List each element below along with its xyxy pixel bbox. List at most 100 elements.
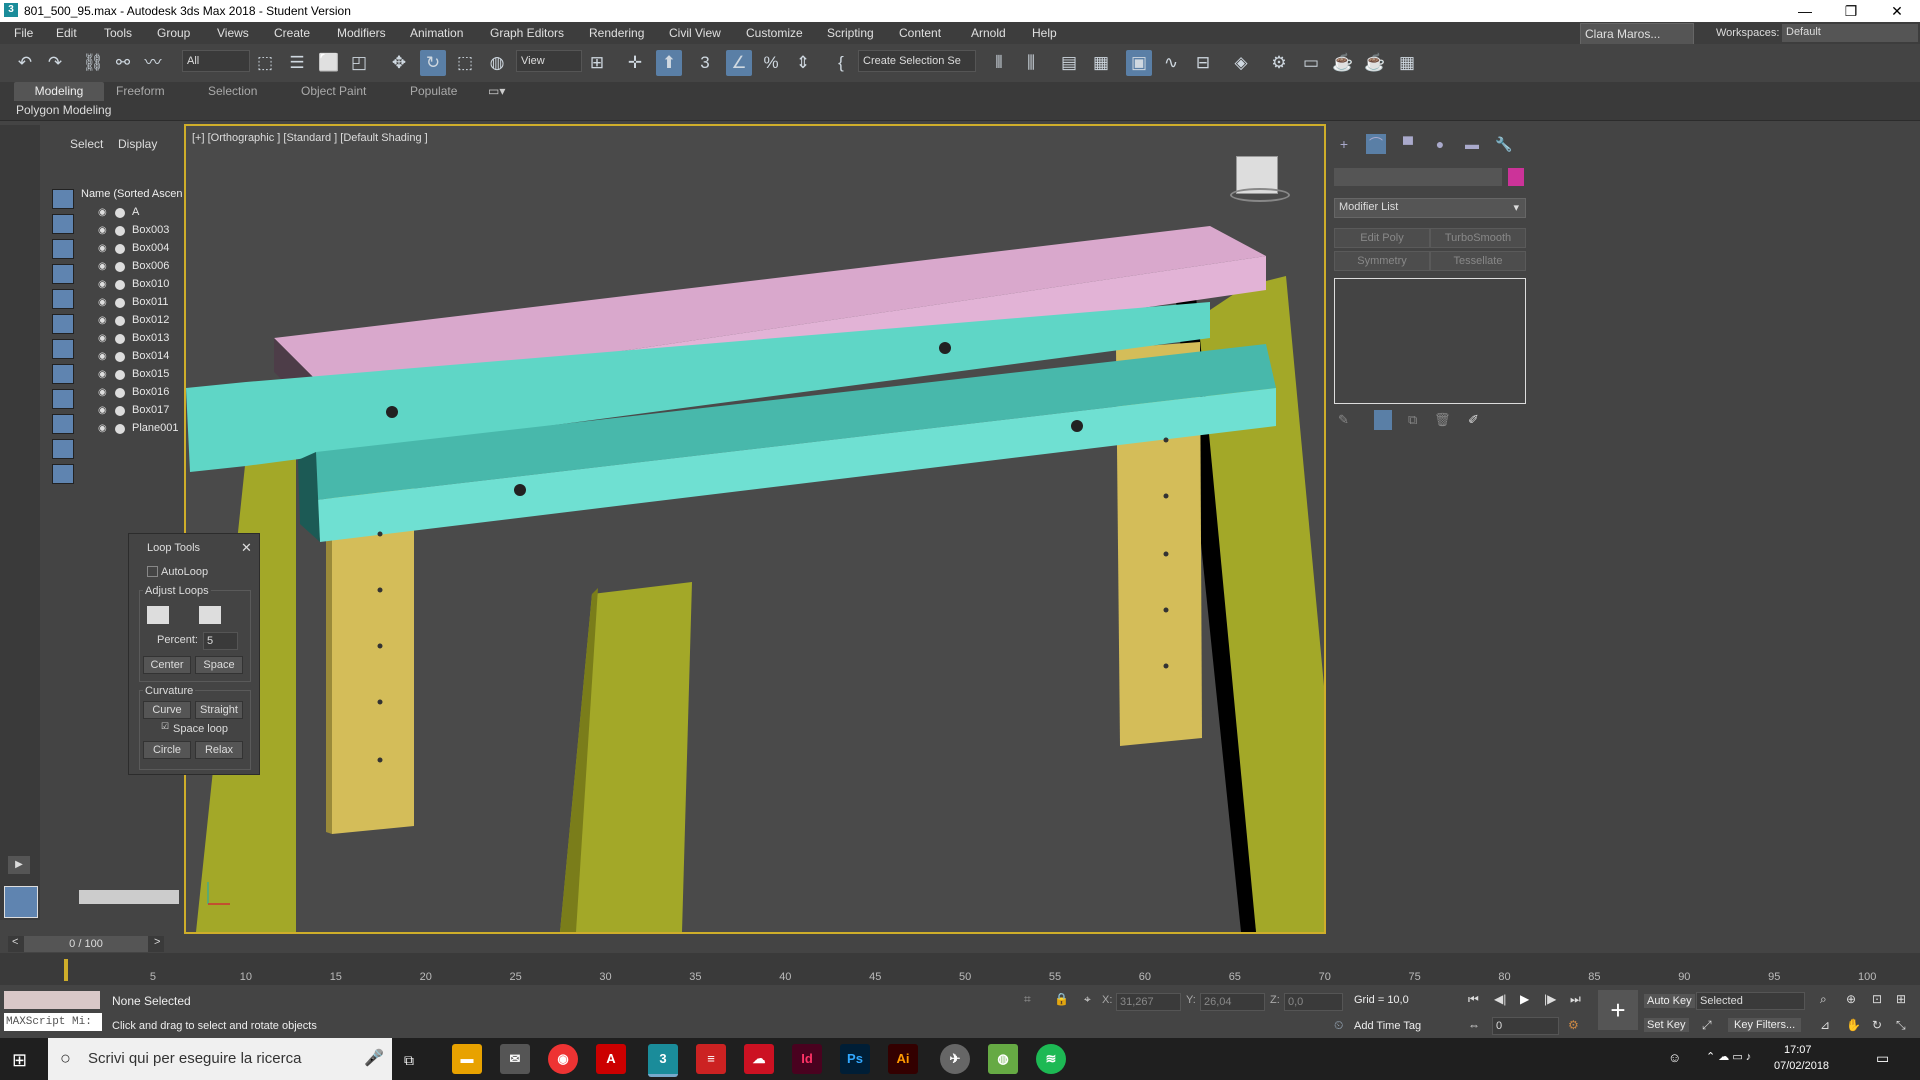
space-loop-checkbox[interactable]: ☑ — [161, 721, 169, 732]
time-slider-thumb[interactable]: 0 / 100 — [24, 936, 148, 952]
rect-selection-icon[interactable]: ⬜ — [316, 50, 342, 76]
configure-modifier-sets-icon[interactable]: ✐ — [1468, 412, 1479, 428]
snaps-toggle-icon[interactable]: 3 — [692, 50, 718, 76]
link-icon[interactable]: ⛓ — [80, 50, 106, 76]
visibility-icon[interactable]: ◉ — [98, 369, 112, 380]
filter-lights-icon[interactable] — [52, 239, 74, 259]
place-icon[interactable]: ◍ — [484, 50, 510, 76]
layer-explorer-icon[interactable]: ▤ — [1056, 50, 1082, 76]
filter-cameras-icon[interactable] — [52, 264, 74, 284]
tab-freeform[interactable]: Freeform — [116, 84, 165, 98]
scene-list-item[interactable]: Plane001 — [132, 422, 179, 434]
visibility-icon[interactable]: ◉ — [98, 207, 112, 218]
scene-list-item[interactable]: Box003 — [132, 224, 169, 236]
scale-icon[interactable]: ⬚ — [452, 50, 478, 76]
set-key-button[interactable]: Set Key — [1644, 1018, 1689, 1032]
menu-civil-view[interactable]: Civil View — [669, 26, 721, 40]
curve-button[interactable]: Curve — [143, 701, 191, 719]
object-color-swatch[interactable] — [1508, 168, 1524, 186]
system-tray-icons[interactable]: ⌃ ☁ ▭ ♪ — [1706, 1050, 1751, 1063]
tessellate-button[interactable]: Tessellate — [1430, 251, 1526, 271]
menu-customize[interactable]: Customize — [746, 26, 803, 40]
redo-icon[interactable]: ↷ — [42, 50, 68, 76]
select-object-icon[interactable]: ⬚ — [252, 50, 278, 76]
visibility-icon[interactable]: ◉ — [98, 387, 112, 398]
angle-snap-icon[interactable]: ∠ — [726, 50, 752, 76]
filter-hidden-icon[interactable] — [52, 464, 74, 484]
menu-content[interactable]: Content — [899, 26, 941, 40]
scene-list-item[interactable]: A — [132, 206, 139, 218]
notifications-icon[interactable]: ▭ — [1876, 1050, 1889, 1067]
filter-bones-icon[interactable] — [52, 389, 74, 409]
set-key-big-icon[interactable]: + — [1598, 990, 1638, 1030]
restore-button[interactable]: ❐ — [1828, 0, 1874, 22]
y-coordinate-field[interactable]: 26,04 — [1200, 993, 1265, 1011]
polygon-modeling-panel[interactable]: Polygon Modeling — [16, 103, 111, 117]
visibility-icon[interactable]: ◉ — [98, 405, 112, 416]
play-icon[interactable]: ▶ — [1520, 992, 1529, 1006]
layers-icon[interactable]: ▦ — [1088, 50, 1114, 76]
prev-frame-icon[interactable]: < — [12, 936, 18, 948]
scene-list-item[interactable]: Box015 — [132, 368, 169, 380]
orbit-icon[interactable]: ↻ — [1872, 1018, 1882, 1032]
visibility-icon[interactable]: ◉ — [98, 351, 112, 362]
scene-tab-select[interactable]: Select — [70, 137, 103, 151]
filter-xrefs-icon[interactable] — [52, 364, 74, 384]
visibility-icon[interactable]: ◉ — [98, 225, 112, 236]
clock-time[interactable]: 17:07 — [1784, 1044, 1812, 1056]
circle-button[interactable]: Circle — [143, 741, 191, 759]
pan-icon[interactable]: ✋ — [1846, 1018, 1861, 1032]
menu-tools[interactable]: Tools — [104, 26, 132, 40]
menu-file[interactable]: File — [14, 26, 33, 40]
indesign-icon[interactable]: Id — [792, 1044, 822, 1074]
visibility-icon[interactable]: ◉ — [98, 243, 112, 254]
user-account-dropdown[interactable]: Clara Maros... — [1580, 23, 1694, 45]
remove-modifier-icon[interactable]: 🗑 — [1434, 412, 1451, 428]
file-explorer-icon[interactable]: ▬ — [452, 1044, 482, 1074]
visibility-icon[interactable]: ◉ — [98, 333, 112, 344]
select-manipulate-icon[interactable]: ✛ — [622, 50, 648, 76]
time-config-icon[interactable]: ⇔ — [1468, 1018, 1480, 1032]
menu-rendering[interactable]: Rendering — [589, 26, 644, 40]
render-setup-icon[interactable]: ⚙ — [1266, 50, 1292, 76]
scene-list-item[interactable]: Box011 — [132, 296, 169, 308]
isolate-selection-icon[interactable]: ⌗ — [1024, 992, 1031, 1007]
zoom-extents-all-icon[interactable]: ⊞ — [1896, 992, 1906, 1006]
close-icon[interactable]: ✕ — [241, 540, 252, 556]
next-frame-icon[interactable]: > — [154, 936, 160, 948]
spinner-snap-icon[interactable]: ⇕ — [790, 50, 816, 76]
menu-scripting[interactable]: Scripting — [827, 26, 874, 40]
object-name-field[interactable] — [1334, 168, 1502, 186]
curve-editor-icon[interactable]: ∿ — [1158, 50, 1184, 76]
filter-frozen-icon[interactable] — [52, 439, 74, 459]
modify-tab-icon[interactable]: ⌒ — [1366, 134, 1386, 154]
taskbar-search-box[interactable]: ○ Scrivi qui per eseguire la ricerca 🎤 — [48, 1038, 392, 1080]
mirror-icon[interactable]: ⫴ — [986, 50, 1012, 76]
visibility-icon[interactable]: ◉ — [98, 297, 112, 308]
people-icon[interactable]: ☺ — [1668, 1050, 1681, 1065]
tab-selection[interactable]: Selection — [208, 84, 257, 98]
pin-stack-icon[interactable]: ✎ — [1338, 412, 1349, 428]
visibility-icon[interactable]: ◉ — [98, 315, 112, 326]
next-frame-icon[interactable]: |▶ — [1544, 992, 1556, 1006]
photoshop-icon[interactable]: Ps — [840, 1044, 870, 1074]
go-to-start-icon[interactable]: ⏮ — [1468, 992, 1479, 1007]
3ds-max-icon[interactable]: 3 — [648, 1044, 678, 1077]
windows-start-icon[interactable]: ⊞ — [12, 1050, 27, 1071]
app-bird-icon[interactable]: ✈ — [940, 1044, 970, 1074]
turbosmooth-button[interactable]: TurboSmooth — [1430, 228, 1526, 248]
x-coordinate-field[interactable]: 31,267 — [1116, 993, 1181, 1011]
keyboard-shortcut-icon[interactable]: ⬆ — [656, 50, 682, 76]
window-crossing-icon[interactable]: ◰ — [346, 50, 372, 76]
scene-horizontal-scrollbar[interactable] — [79, 890, 179, 904]
viewcube-ring[interactable] — [1230, 188, 1290, 202]
previous-frame-icon[interactable]: ◀| — [1494, 992, 1506, 1006]
utilities-tab-icon[interactable]: 🔧 — [1494, 134, 1514, 154]
motion-tab-icon[interactable]: ● — [1430, 134, 1450, 154]
rotate-icon[interactable]: ↻ — [420, 50, 446, 76]
maxscript-mini-input[interactable]: MAXScript Mi: — [4, 1013, 102, 1031]
scene-list-item[interactable]: Box006 — [132, 260, 169, 272]
maximize-viewport-icon[interactable]: ⤡ — [1896, 1018, 1906, 1033]
key-mode-icon[interactable]: ⚙ — [1568, 1018, 1579, 1032]
edit-named-selection-icon[interactable]: { — [828, 50, 854, 76]
